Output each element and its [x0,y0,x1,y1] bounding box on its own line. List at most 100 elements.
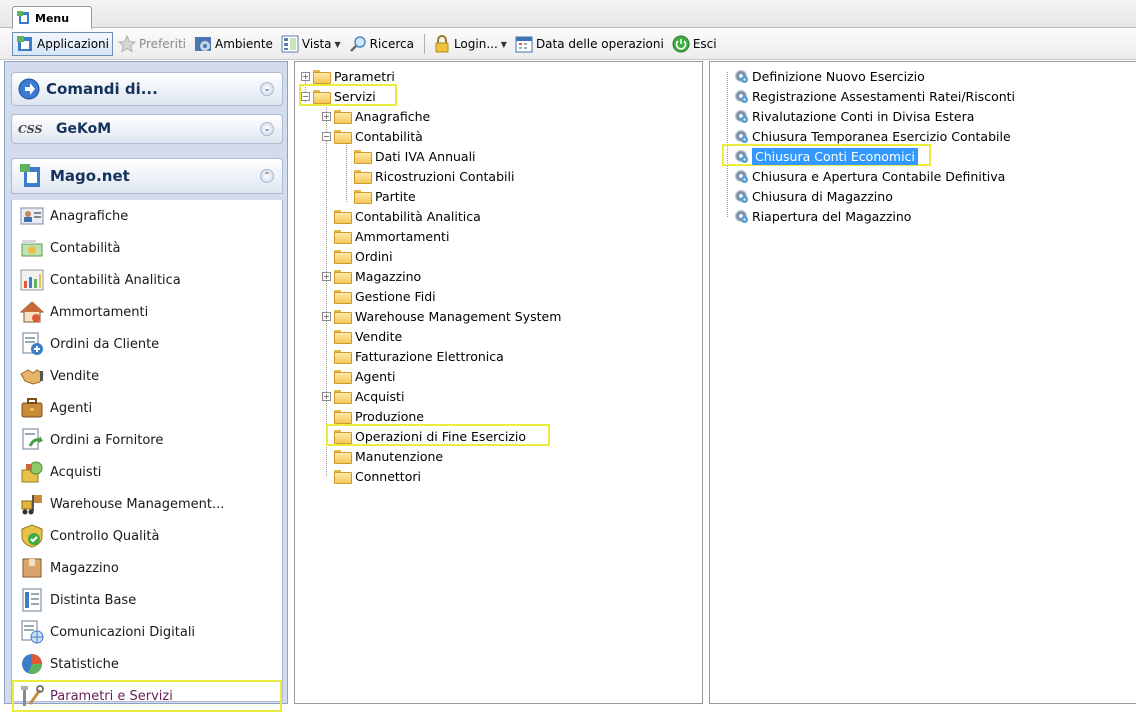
esci-button[interactable]: Esci [669,32,720,56]
sidebar-item-statistiche[interactable]: Statistiche [12,648,282,680]
sidebar-item-agenti[interactable]: Agenti [12,392,282,424]
operation-item[interactable]: Registrazione Assestamenti Ratei/Riscont… [734,87,1015,105]
tree-node-ordini[interactable]: Ordini [334,247,395,265]
folder-icon [334,230,352,244]
expand-icon[interactable]: + [322,391,331,401]
tree-node-label: Anagrafiche [355,108,431,124]
operation-item-selected[interactable]: Chiusura Conti Economici [734,147,918,165]
sidebar-item-ordini-fornitore[interactable]: Ordini a Fornitore [12,424,282,456]
folder-icon [354,170,372,184]
ambiente-label: Ambiente [214,37,273,51]
folder-icon [334,370,352,384]
sidebar-item-parametri-servizi[interactable]: Parametri e Servizi [12,680,282,712]
tree-node-label: Produzione [355,408,424,424]
sidebar-item-acquisti[interactable]: Acquisti [12,456,282,488]
sidebar-item-distinta-base[interactable]: Distinta Base [12,584,282,616]
sidebar-item-warehouse[interactable]: Warehouse Management... [12,488,282,520]
operation-label: Chiusura e Apertura Contabile Definitiva [752,168,1006,184]
sidebar-item-controllo-qualita[interactable]: Controllo Qualità [12,520,282,552]
operation-label: Definizione Nuovo Esercizio [752,68,925,84]
tab-menu-label: Menu [35,11,70,25]
bom-list-icon [20,588,44,612]
ambiente-button[interactable]: Ambiente [191,32,276,56]
quality-shield-icon [20,524,44,548]
operation-item[interactable]: Riapertura del Magazzino [734,207,911,225]
gear-icon [734,209,748,223]
tree-node-vendite[interactable]: Vendite [334,327,404,345]
expand-icon[interactable]: + [322,311,331,321]
tree-node-servizi[interactable]: − Servizi [301,87,378,105]
operation-item[interactable]: Rivalutazione Conti in Divisa Estera [734,107,974,125]
tree-node-produzione[interactable]: Produzione [334,407,426,425]
mago-app-icon [18,164,42,188]
sidebar-item-ordini-cliente[interactable]: Ordini da Cliente [12,328,282,360]
sidebar-item-contabilita[interactable]: Contabilità [12,232,282,264]
chevron-down-icon: ▼ [500,39,507,49]
vista-dropdown[interactable]: Vista ▼ [278,32,344,56]
tree-node-ricostruzioni[interactable]: Ricostruzioni Contabili [354,167,516,185]
collapse-icon[interactable]: − [322,131,331,141]
expand-icon[interactable]: + [322,271,331,281]
login-dropdown[interactable]: Login... ▼ [430,32,510,56]
operation-item[interactable]: Chiusura di Magazzino [734,187,893,205]
tree-connector [326,102,327,476]
folder-icon [334,290,352,304]
sidebar-item-ammortamenti[interactable]: Ammortamenti [12,296,282,328]
tree-node-connettori[interactable]: Connettori [334,467,423,485]
tree-node-fatturazione[interactable]: Fatturazione Elettronica [334,347,506,365]
chevron-up-icon[interactable]: ⌃ [260,169,274,183]
preferiti-button[interactable]: Preferiti [115,32,189,56]
data-operazioni-button[interactable]: Data delle operazioni [512,32,667,56]
tree-node-label: Acquisti [355,388,405,404]
esci-label: Esci [692,37,717,51]
collapse-icon[interactable]: − [301,91,310,101]
gekom-group-header[interactable]: CSS GeKoM ⌄ [11,114,283,144]
mago-group-header[interactable]: Mago.net ⌃ [11,158,283,194]
folder-icon [334,310,352,324]
sidebar-item-magazzino[interactable]: Magazzino [12,552,282,584]
chevron-down-icon[interactable]: ⌄ [260,122,274,136]
tree-node-contabilita-analitica[interactable]: Contabilità Analitica [334,207,483,225]
tree-node-gestione-fidi[interactable]: Gestione Fidi [334,287,438,305]
operation-item[interactable]: Chiusura e Apertura Contabile Definitiva [734,167,1005,185]
tree-node-operazioni-fine-esercizio[interactable]: Operazioni di Fine Esercizio [334,427,528,445]
tree-node-agenti[interactable]: Agenti [334,367,397,385]
tab-menu[interactable]: Menu [12,6,92,29]
forklift-icon [20,492,44,516]
tree-node-contabilita[interactable]: − Contabilità [322,127,425,145]
operation-item[interactable]: Chiusura Temporanea Esercizio Contabile [734,127,1011,145]
tree-node-dati-iva[interactable]: Dati IVA Annuali [354,147,478,165]
tree-node-anagrafiche[interactable]: + Anagrafiche [322,107,432,125]
tree-node-magazzino[interactable]: + Magazzino [322,267,423,285]
folder-icon [334,330,352,344]
gear-icon [734,89,748,103]
applicazioni-button[interactable]: Applicazioni [12,32,113,56]
tree-node-manutenzione[interactable]: Manutenzione [334,447,445,465]
mago-nav-list: Anagrafiche Contabilità Contabilità Anal… [11,200,283,712]
tree-node-label: Agenti [355,368,396,384]
chevron-down-icon[interactable]: ⌄ [260,82,274,96]
folder-icon [334,270,352,284]
operation-label: Chiusura Conti Economici [752,147,918,165]
gear-icon [734,109,748,123]
expand-icon[interactable]: + [322,111,331,121]
tree-node-acquisti[interactable]: + Acquisti [322,387,406,405]
sidebar-item-comunicazioni-digitali[interactable]: Comunicazioni Digitali [12,616,282,648]
pie-chart-icon [20,652,44,676]
sidebar-item-anagrafiche[interactable]: Anagrafiche [12,200,282,232]
sidebar-item-label: Controllo Qualità [50,528,160,544]
operation-item[interactable]: Definizione Nuovo Esercizio [734,67,925,85]
data-operazioni-label: Data delle operazioni [535,37,664,51]
tree-node-parametri[interactable]: + Parametri [301,67,397,85]
comandi-group-header[interactable]: Comandi di... ⌄ [11,72,283,106]
menu-app-icon [17,11,31,25]
tree-node-ammortamenti[interactable]: Ammortamenti [334,227,451,245]
expand-icon[interactable]: + [301,71,310,81]
order-icon [20,332,44,356]
tree-node-partite[interactable]: Partite [354,187,418,205]
sidebar-item-vendite[interactable]: Vendite [12,360,282,392]
sidebar-item-label: Acquisti [50,464,102,480]
tree-node-wms[interactable]: + Warehouse Management System [322,307,563,325]
sidebar-item-contabilita-analitica[interactable]: Contabilità Analitica [12,264,282,296]
ricerca-button[interactable]: Ricerca [346,32,417,56]
